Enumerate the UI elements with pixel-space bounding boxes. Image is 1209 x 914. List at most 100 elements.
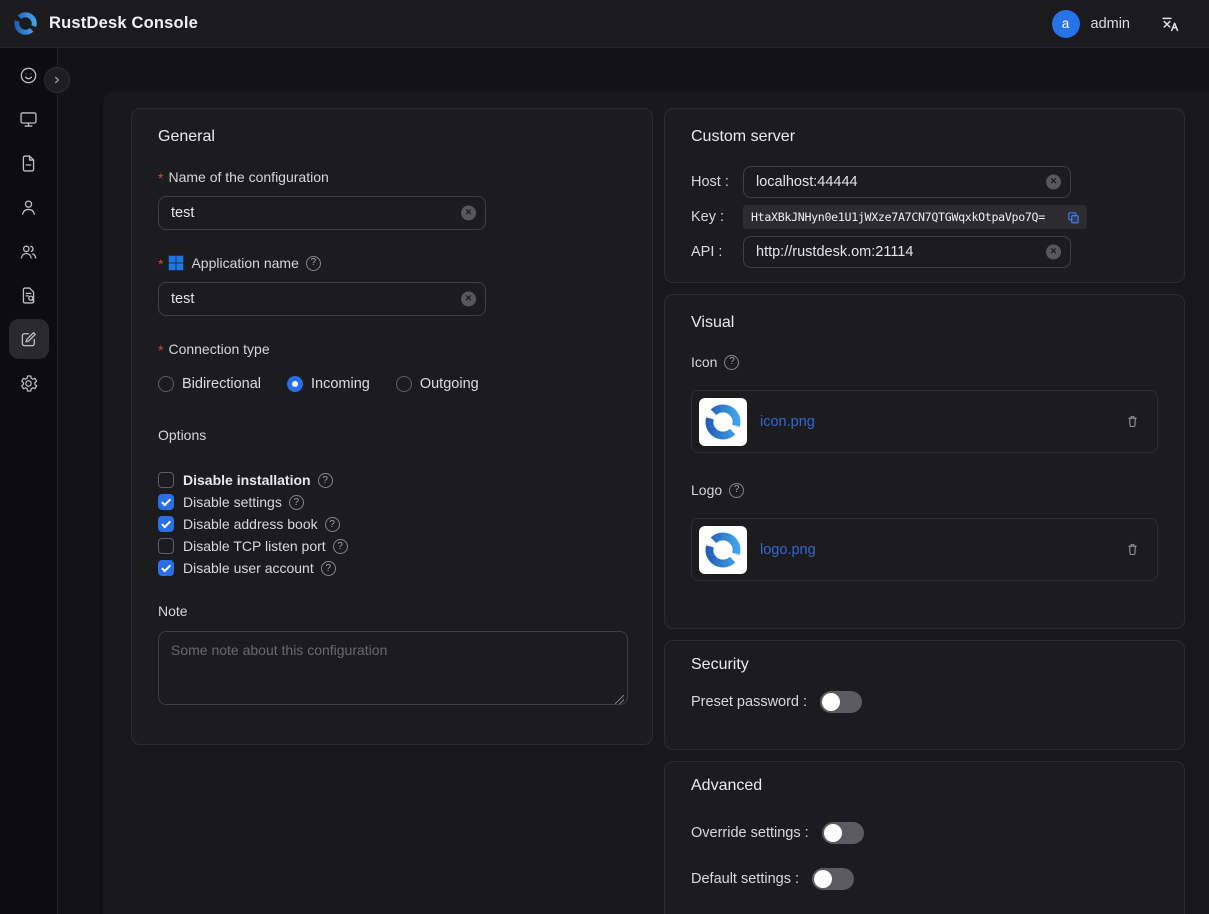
custom-server-card: Custom server Host : × Key :: [664, 108, 1185, 283]
radio-icon: [287, 376, 303, 392]
user-icon: [18, 197, 39, 218]
checkbox-icon: [158, 472, 174, 488]
icon-file-row: icon.png: [691, 390, 1158, 453]
clear-input-icon[interactable]: ×: [461, 292, 476, 307]
option-disable-installation[interactable]: Disable installation ?: [158, 469, 626, 491]
trash-icon[interactable]: [1124, 413, 1141, 430]
required-asterisk: *: [158, 340, 163, 360]
windows-logo-icon: [168, 255, 184, 271]
preset-password-label: Preset password :: [691, 694, 807, 710]
username[interactable]: admin: [1091, 16, 1131, 32]
visual-title: Visual: [691, 313, 1158, 333]
edit-square-icon: [18, 329, 39, 350]
general-title: General: [158, 127, 626, 147]
clear-input-icon[interactable]: ×: [461, 206, 476, 221]
logo-file-row: logo.png: [691, 518, 1158, 581]
document-icon: [18, 153, 39, 174]
api-input[interactable]: [743, 236, 1071, 268]
security-card: Security Preset password :: [664, 640, 1185, 750]
help-icon[interactable]: ?: [321, 561, 336, 576]
sidebar-item-devices[interactable]: [9, 99, 49, 139]
options-label: Options: [158, 425, 626, 445]
main-area: General * Name of the configuration × *: [58, 48, 1209, 914]
trash-icon[interactable]: [1124, 541, 1141, 558]
radio-icon: [396, 376, 412, 392]
sidebar-item-audit[interactable]: [9, 275, 49, 315]
copy-icon[interactable]: [1066, 210, 1081, 225]
config-name-label: * Name of the configuration: [158, 167, 626, 187]
connection-type-label: * Connection type: [158, 339, 626, 359]
help-icon[interactable]: ?: [306, 256, 321, 271]
document-search-icon: [18, 285, 39, 306]
host-label: Host :: [691, 174, 743, 190]
logo-file-link[interactable]: logo.png: [760, 542, 816, 558]
logo-thumbnail: [699, 526, 747, 574]
connection-type-group: Bidirectional Incoming Outgoing: [158, 372, 626, 396]
icon-label: Icon ?: [691, 352, 1158, 372]
sidebar-item-groups[interactable]: [9, 231, 49, 271]
help-icon[interactable]: ?: [729, 483, 744, 498]
key-value: HtaXBkJNHyn0e1U1jWXze7A7CN7QTGWqxkOtpaVp…: [751, 210, 1061, 224]
clear-input-icon[interactable]: ×: [1046, 175, 1061, 190]
connection-type-option[interactable]: Bidirectional: [158, 376, 261, 392]
sidebar-item-settings[interactable]: [9, 363, 49, 403]
radio-icon: [158, 376, 174, 392]
general-card: General * Name of the configuration × *: [131, 108, 653, 745]
key-label: Key :: [691, 209, 743, 225]
rustdesk-logo-icon: [12, 10, 39, 37]
connection-type-option[interactable]: Outgoing: [396, 376, 479, 392]
sidebar-item-overview[interactable]: [9, 55, 49, 95]
checkbox-icon: [158, 494, 174, 510]
override-settings-toggle[interactable]: [822, 822, 864, 844]
user-group-icon: [18, 241, 39, 262]
config-name-input[interactable]: [158, 196, 486, 230]
checkbox-icon: [158, 538, 174, 554]
clear-input-icon[interactable]: ×: [1046, 245, 1061, 260]
gear-icon: [18, 373, 39, 394]
key-value-box: HtaXBkJNHyn0e1U1jWXze7A7CN7QTGWqxkOtpaVp…: [743, 205, 1087, 229]
help-icon[interactable]: ?: [333, 539, 348, 554]
default-settings-label: Default settings :: [691, 871, 799, 887]
sidebar-item-documents[interactable]: [9, 143, 49, 183]
icon-thumbnail: [699, 398, 747, 446]
app-title: RustDesk Console: [49, 14, 198, 33]
custom-server-title: Custom server: [691, 127, 1158, 147]
help-icon[interactable]: ?: [289, 495, 304, 510]
preset-password-toggle[interactable]: [820, 691, 862, 713]
api-label: API :: [691, 244, 743, 260]
sidebar-item-users[interactable]: [9, 187, 49, 227]
advanced-card: Advanced Override settings : Default set…: [664, 761, 1185, 914]
host-input[interactable]: [743, 166, 1071, 198]
smiley-face-icon: [18, 65, 39, 86]
option-disable-user-account[interactable]: Disable user account ?: [158, 557, 626, 579]
sidebar-item-custom-client[interactable]: [9, 319, 49, 359]
option-disable-tcp-listen-port[interactable]: Disable TCP listen port ?: [158, 535, 626, 557]
application-name-input[interactable]: [158, 282, 486, 316]
help-icon[interactable]: ?: [325, 517, 340, 532]
note-textarea[interactable]: [158, 631, 628, 705]
connection-type-option[interactable]: Incoming: [287, 376, 370, 392]
monitor-icon: [18, 109, 39, 130]
checkbox-icon: [158, 560, 174, 576]
application-name-label: * Application name ?: [158, 253, 626, 273]
help-icon[interactable]: ?: [724, 355, 739, 370]
icon-file-link[interactable]: icon.png: [760, 414, 815, 430]
topbar: RustDesk Console a admin: [0, 0, 1209, 48]
option-disable-address-book[interactable]: Disable address book ?: [158, 513, 626, 535]
advanced-title: Advanced: [691, 776, 1158, 796]
required-asterisk: *: [158, 254, 163, 274]
sidebar-expand-button[interactable]: [44, 67, 70, 93]
sidebar: [0, 48, 58, 914]
avatar[interactable]: a: [1052, 10, 1080, 38]
logo-label: Logo ?: [691, 480, 1158, 500]
override-settings-label: Override settings :: [691, 825, 809, 841]
content-panel: General * Name of the configuration × *: [103, 90, 1209, 914]
required-asterisk: *: [158, 168, 163, 188]
default-settings-toggle[interactable]: [812, 868, 854, 890]
option-disable-settings[interactable]: Disable settings ?: [158, 491, 626, 513]
translate-icon[interactable]: [1160, 13, 1181, 34]
help-icon[interactable]: ?: [318, 473, 333, 488]
checkbox-icon: [158, 516, 174, 532]
brand: RustDesk Console: [12, 10, 198, 37]
note-label: Note: [158, 601, 626, 621]
